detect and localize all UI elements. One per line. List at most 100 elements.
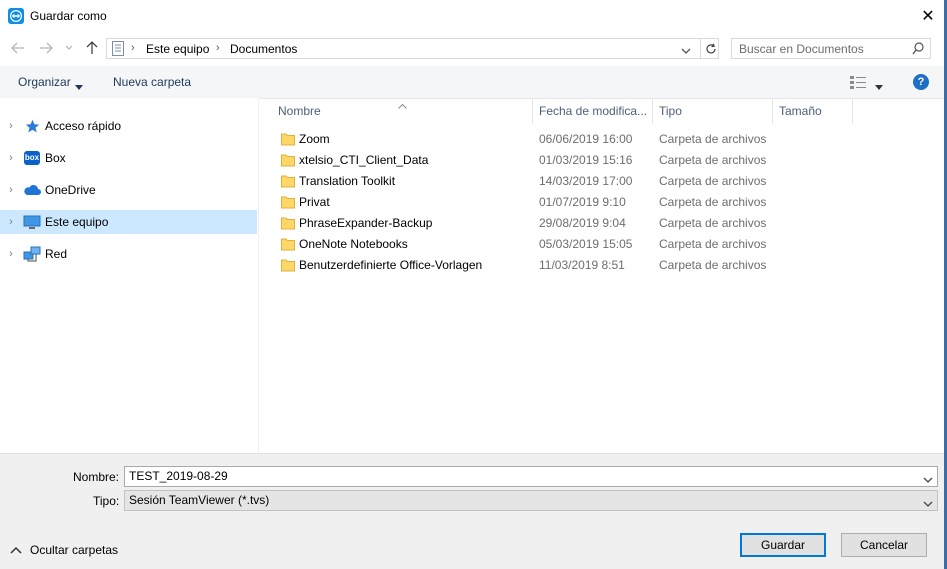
- column-header-label: Tipo: [659, 104, 682, 118]
- computer-icon: [22, 214, 42, 230]
- chevron-down-icon[interactable]: [681, 44, 691, 58]
- breadcrumb-separator-icon: ›: [216, 42, 220, 54]
- file-date: 01/07/2019 9:10: [539, 195, 626, 209]
- chevron-right-icon[interactable]: ›: [0, 216, 22, 228]
- nav-label: Red: [45, 247, 68, 261]
- window-title: Guardar como: [30, 9, 107, 23]
- column-header-type[interactable]: Tipo: [653, 98, 773, 124]
- save-button-label: Guardar: [760, 538, 806, 552]
- view-dropdown-icon[interactable]: [875, 79, 883, 93]
- file-date: 29/08/2019 9:04: [539, 216, 626, 230]
- file-date: 06/06/2019 16:00: [539, 132, 633, 146]
- column-header-size[interactable]: Tamaño: [773, 98, 853, 124]
- file-date: 05/03/2019 15:05: [539, 237, 633, 251]
- file-name: Privat: [299, 195, 330, 209]
- recent-dropdown-icon[interactable]: [62, 38, 76, 58]
- folder-icon: [281, 217, 295, 230]
- help-icon: ?: [917, 76, 925, 88]
- teamviewer-icon: [8, 8, 24, 24]
- breadcrumb-separator-icon: ›: [131, 42, 135, 54]
- file-name-value: TEST_2019-08-29: [129, 469, 228, 483]
- navigation-pane: › Acceso rápido › box Box › OneDrive › E…: [0, 98, 259, 453]
- column-header-label: Nombre: [278, 104, 321, 118]
- nav-item-box[interactable]: › box Box: [0, 146, 257, 170]
- chevron-right-icon[interactable]: ›: [0, 248, 22, 260]
- close-button[interactable]: ✕: [913, 4, 943, 28]
- file-row[interactable]: Zoom 06/06/2019 16:00 Carpeta de archivo…: [276, 129, 836, 150]
- file-name-label: Nombre:: [73, 470, 120, 484]
- file-type: Carpeta de archivos: [659, 258, 767, 272]
- chevron-right-icon[interactable]: ›: [0, 184, 22, 196]
- file-type: Carpeta de archivos: [659, 174, 767, 188]
- folder-icon: [281, 196, 295, 209]
- nav-item-este-equipo[interactable]: › Este equipo: [0, 210, 257, 234]
- search-placeholder: Buscar en Documentos: [739, 42, 864, 56]
- organize-dropdown-icon: [75, 79, 83, 93]
- title-bar: Guardar como ✕: [0, 0, 947, 32]
- cloud-icon: [22, 182, 42, 198]
- chevron-down-icon[interactable]: [923, 473, 933, 487]
- chevron-right-icon[interactable]: ›: [0, 152, 22, 164]
- new-folder-button[interactable]: Nueva carpeta: [113, 75, 191, 89]
- file-row[interactable]: OneNote Notebooks 05/03/2019 15:05 Carpe…: [276, 234, 836, 255]
- file-row[interactable]: xtelsio_CTI_Client_Data 01/03/2019 15:16…: [276, 150, 836, 171]
- refresh-button[interactable]: [700, 39, 720, 58]
- breadcrumb-documentos[interactable]: Documentos: [230, 42, 297, 56]
- file-row[interactable]: Benutzerdefinierte Office-Vorlagen 11/03…: [276, 255, 836, 276]
- file-type: Carpeta de archivos: [659, 237, 767, 251]
- star-icon: [22, 118, 42, 134]
- refresh-icon: [705, 43, 716, 53]
- file-name-field[interactable]: TEST_2019-08-29: [124, 466, 938, 487]
- column-header-name[interactable]: Nombre: [272, 98, 533, 124]
- file-date: 14/03/2019 17:00: [539, 174, 633, 188]
- help-button[interactable]: ?: [913, 74, 929, 90]
- file-name: Benutzerdefinierte Office-Vorlagen: [299, 258, 483, 272]
- address-bar[interactable]: › Este equipo › Documentos: [106, 38, 719, 59]
- nav-label: OneDrive: [45, 183, 96, 197]
- chevron-down-icon[interactable]: [923, 497, 933, 511]
- folder-icon: [281, 175, 295, 188]
- cancel-button[interactable]: Cancelar: [841, 533, 927, 557]
- box-icon: box: [22, 150, 42, 166]
- breadcrumb-este-equipo[interactable]: Este equipo: [146, 42, 209, 56]
- up-arrow-icon[interactable]: [82, 38, 102, 58]
- cancel-button-label: Cancelar: [859, 538, 909, 552]
- file-type: Carpeta de archivos: [659, 132, 767, 146]
- folder-icon: [281, 133, 295, 146]
- file-row[interactable]: Translation Toolkit 14/03/2019 17:00 Car…: [276, 171, 836, 192]
- file-type-label: Tipo:: [93, 494, 120, 508]
- nav-label: Acceso rápido: [45, 119, 122, 133]
- search-input[interactable]: Buscar en Documentos: [731, 38, 931, 59]
- file-name: xtelsio_CTI_Client_Data: [299, 153, 429, 167]
- folder-icon: [281, 238, 295, 251]
- file-name: Zoom: [299, 132, 330, 146]
- hide-folders-toggle[interactable]: Ocultar carpetas: [10, 543, 118, 557]
- file-date: 11/03/2019 8:51: [539, 258, 625, 272]
- file-type: Carpeta de archivos: [659, 153, 767, 167]
- file-name: OneNote Notebooks: [299, 237, 408, 251]
- column-header-date[interactable]: Fecha de modifica...: [533, 98, 653, 124]
- file-date: 01/03/2019 15:16: [539, 153, 633, 167]
- nav-item-onedrive[interactable]: › OneDrive: [0, 178, 257, 202]
- file-row[interactable]: PhraseExpander-Backup 29/08/2019 9:04 Ca…: [276, 213, 836, 234]
- file-type: Carpeta de archivos: [659, 216, 767, 230]
- folder-icon: [281, 259, 295, 272]
- organize-button[interactable]: Organizar: [18, 75, 71, 89]
- file-type-value: Sesión TeamViewer (*.tvs): [129, 493, 270, 507]
- save-options-panel: Nombre: TEST_2019-08-29 Tipo: Sesión Tea…: [0, 453, 947, 569]
- file-name: Translation Toolkit: [299, 174, 396, 188]
- chevron-right-icon[interactable]: ›: [0, 120, 22, 132]
- column-header-label: Tamaño: [779, 104, 822, 118]
- hide-folders-label: Ocultar carpetas: [30, 543, 119, 557]
- back-arrow-icon[interactable]: [8, 38, 28, 58]
- nav-item-acceso-rapido[interactable]: › Acceso rápido: [0, 114, 257, 138]
- nav-item-red[interactable]: › Red: [0, 242, 257, 266]
- file-row[interactable]: Privat 01/07/2019 9:10 Carpeta de archiv…: [276, 192, 836, 213]
- save-button[interactable]: Guardar: [740, 533, 826, 557]
- folder-icon: [281, 154, 295, 167]
- view-options-icon[interactable]: [850, 75, 866, 92]
- file-name: PhraseExpander-Backup: [299, 216, 433, 230]
- nav-label: Box: [45, 151, 66, 165]
- file-type-select[interactable]: Sesión TeamViewer (*.tvs): [124, 490, 938, 511]
- forward-arrow-icon[interactable]: [36, 38, 56, 58]
